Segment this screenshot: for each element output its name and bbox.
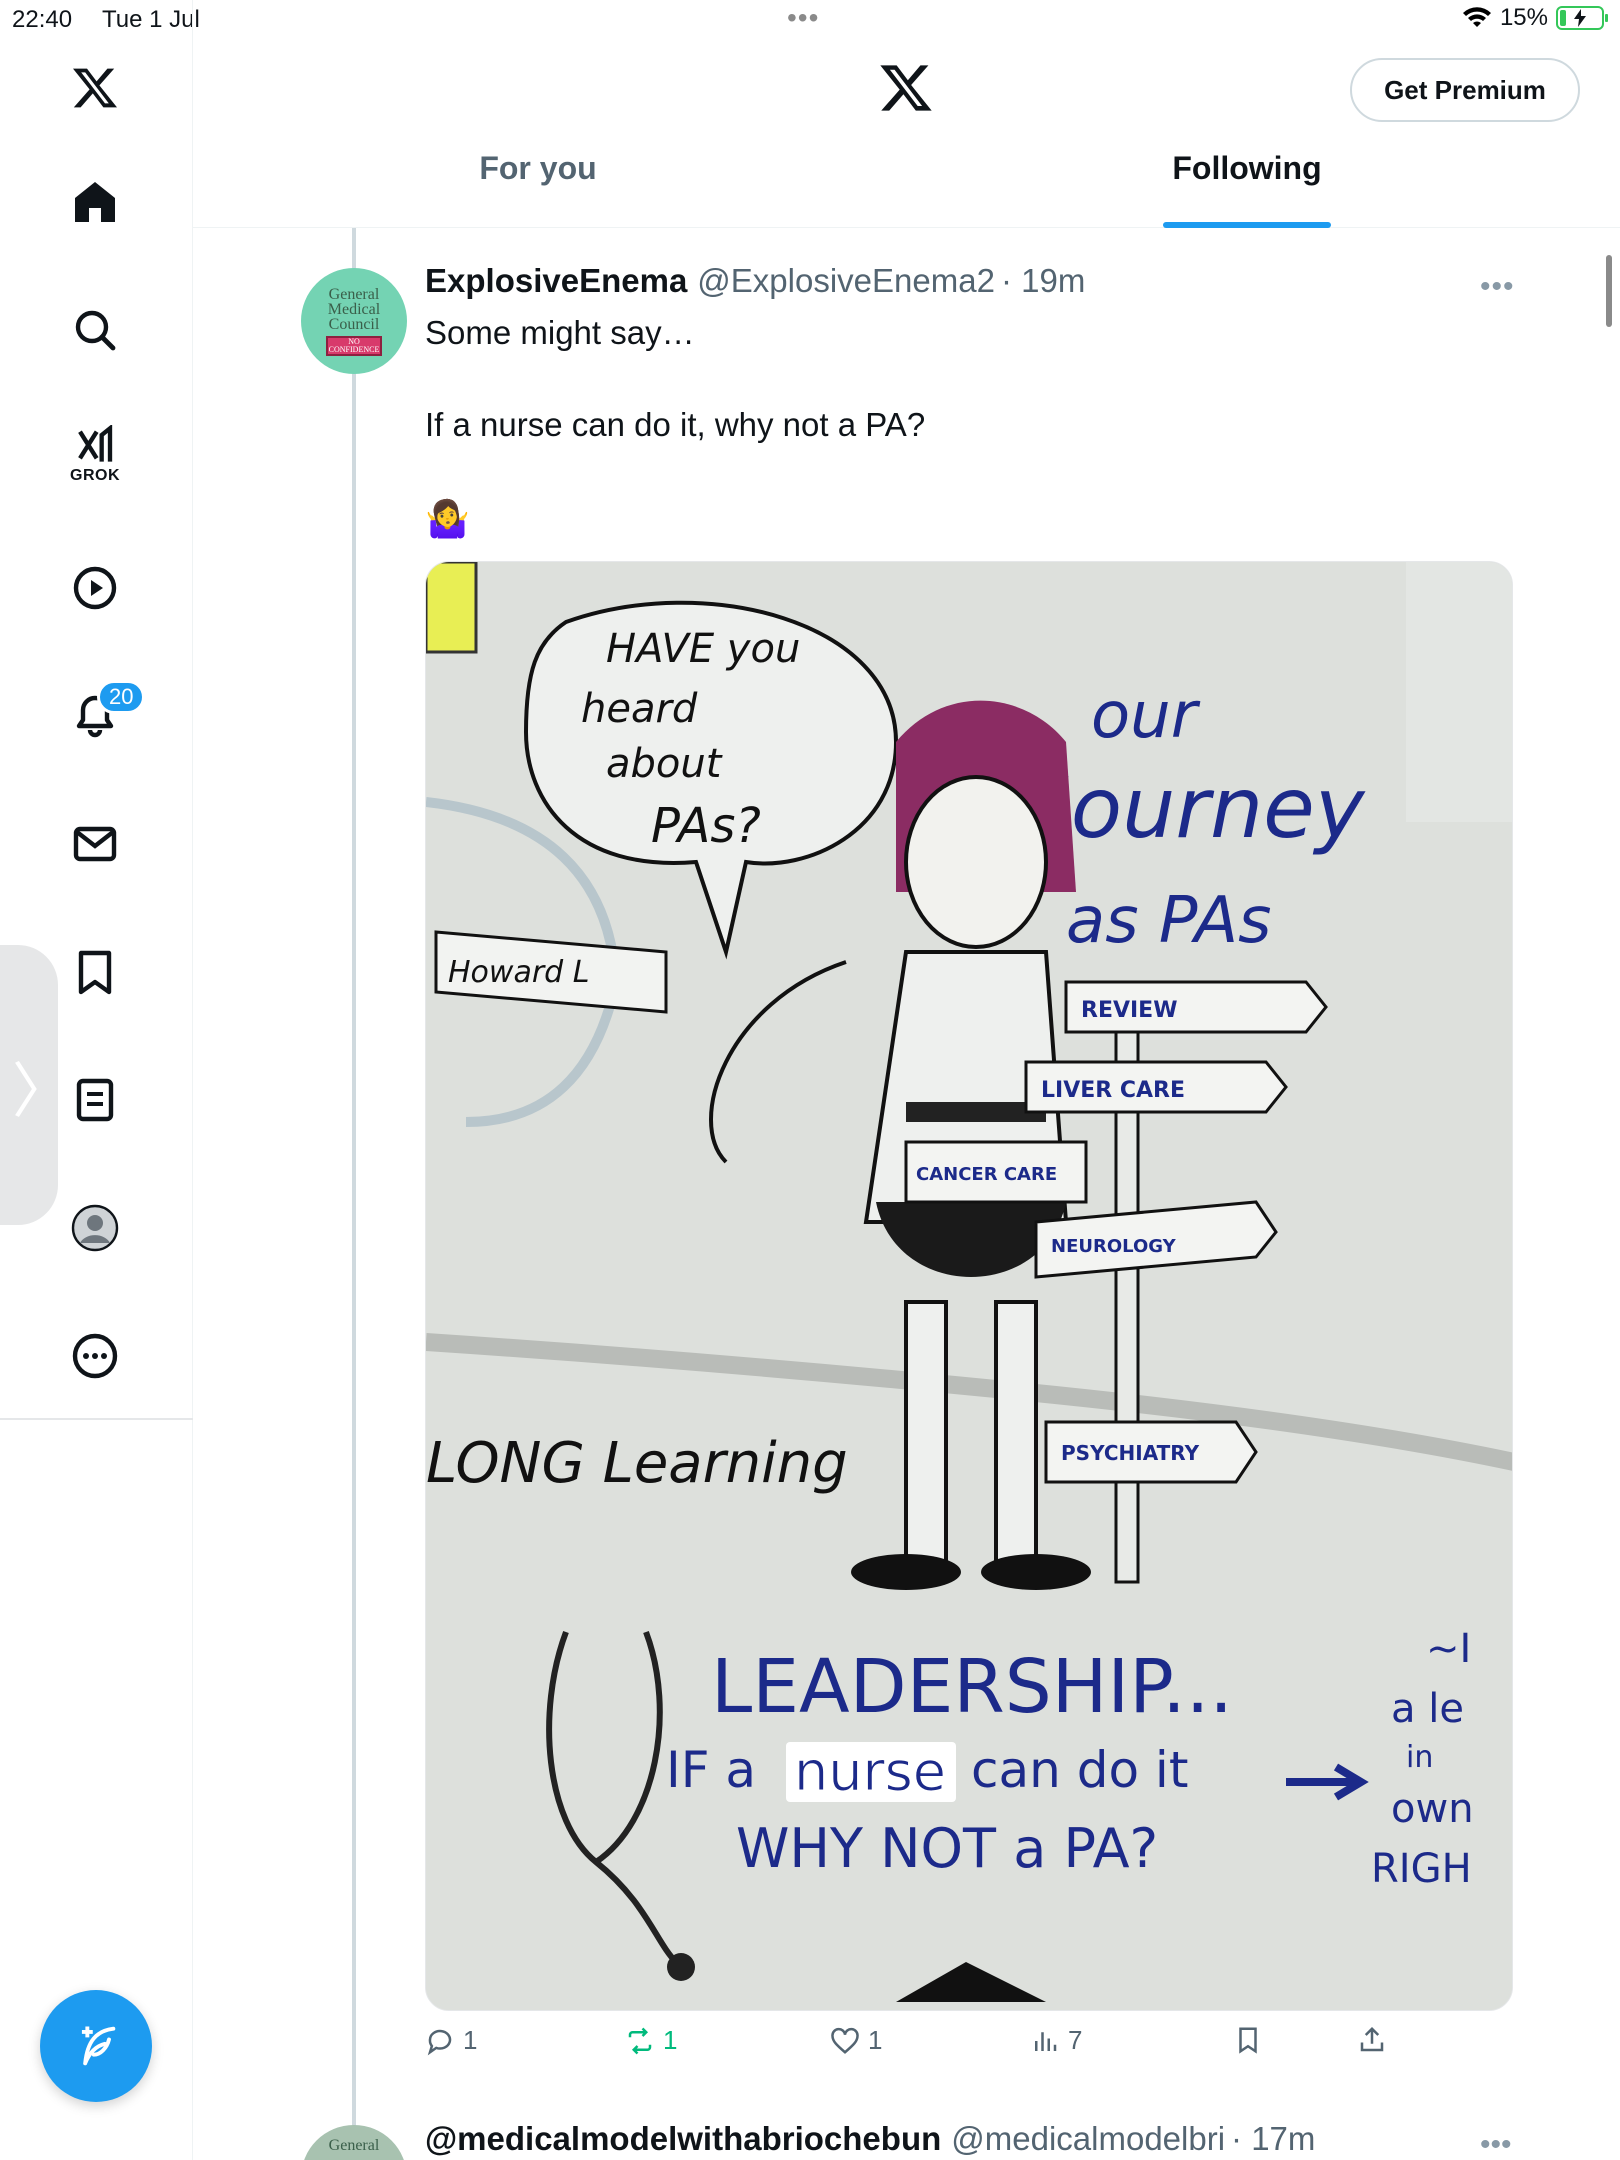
active-tab-indicator (1163, 222, 1331, 228)
right-text-5: RIGH (1371, 1846, 1472, 1892)
sign-psychiatry: PSYCHIATRY (1061, 1441, 1200, 1465)
whiteboard-illustration: HAVE you heard about PAs? Howard L our J… (426, 562, 1512, 2010)
thread-connector-line (352, 228, 356, 2160)
search-icon (75, 310, 116, 351)
nurse-line-prefix: IF a (666, 1741, 756, 1799)
avatar-badge: NO CONFIDENCE (326, 335, 382, 356)
mail-icon (73, 826, 117, 862)
post-emoji: 🤷‍♀️ (425, 498, 470, 539)
bookmark-post-button[interactable] (1233, 2025, 1263, 2055)
tab-following[interactable]: Following (883, 150, 1611, 228)
post2-display-name[interactable]: @medicalmodelwithabriochebun (425, 2120, 941, 2158)
home-icon (75, 182, 115, 222)
post-text-line-1: Some might say… (425, 314, 695, 351)
profile-icon (71, 1204, 119, 1252)
view-count: 7 (1068, 2025, 1083, 2055)
post2-more-options-icon[interactable]: ••• (1480, 2128, 1512, 2160)
leadership-text: LEADERSHIP... (711, 1644, 1233, 1730)
views-chart-icon (1035, 2031, 1057, 2051)
reply-count: 1 (463, 2025, 478, 2055)
banner-name: Howard L (448, 955, 589, 990)
repost-icon (628, 2027, 652, 2054)
avatar-text: General Medical Council (327, 285, 381, 333)
post2-header: @medicalmodelwithabriochebun @medicalmod… (425, 2120, 1315, 2158)
title-as-pas: as PAs (1066, 884, 1271, 958)
compose-post-button[interactable] (40, 1990, 152, 2102)
right-text-2: a le (1391, 1686, 1464, 1732)
reply-icon (427, 2029, 452, 2055)
lists-icon (76, 1078, 114, 1122)
post-header: ExplosiveEnema @ExplosiveEnema2 · 19m (425, 262, 1085, 300)
more-icon (72, 1333, 118, 1379)
share-icon (1360, 2026, 1384, 2052)
reply-button[interactable]: 1 (425, 2025, 477, 2056)
nav-video[interactable] (55, 548, 135, 628)
share-button[interactable] (1357, 2025, 1387, 2055)
right-text-3: in (1406, 1740, 1433, 1775)
tab-following-label: Following (1172, 150, 1322, 186)
nav-divider (0, 1418, 193, 1420)
nav-home[interactable] (55, 162, 135, 242)
grok-label: GROK (70, 467, 120, 484)
tab-for-you-label: For you (479, 150, 597, 186)
nav-profile[interactable] (55, 1188, 135, 1268)
chevron-right-icon: 〉 (12, 1058, 72, 1125)
bubble-line-1: HAVE you (606, 626, 800, 672)
sign-liver-care: LIVER CARE (1041, 1078, 1185, 1103)
x-logo-nav[interactable] (55, 48, 135, 128)
tab-for-you[interactable]: For you (193, 150, 883, 228)
x-logo-icon (73, 68, 117, 108)
x-logo-icon (880, 65, 932, 111)
long-learning-text: LONG Learning (426, 1431, 848, 1496)
right-text-1: ~I (1426, 1626, 1471, 1672)
nav-messages[interactable] (55, 804, 135, 884)
nav-notifications[interactable]: 20 (55, 676, 146, 756)
bubble-line-2: heard (581, 686, 698, 732)
heart-icon (831, 2027, 859, 2054)
right-text-4: own (1391, 1786, 1474, 1832)
nav-grok[interactable]: GROK (55, 415, 135, 495)
views-button[interactable]: 7 (1030, 2025, 1082, 2056)
like-count: 1 (868, 2025, 883, 2055)
bubble-line-4: PAs? (651, 798, 761, 854)
repost-button[interactable]: 1 (625, 2025, 677, 2056)
repost-count: 1 (663, 2025, 678, 2055)
post-text-line-2: If a nurse can do it, why not a PA? (425, 406, 926, 443)
post2-avatar-text: General (328, 2137, 380, 2154)
sign-review: REVIEW (1081, 998, 1177, 1023)
why-not-pa-text: WHY NOT a PA? (736, 1817, 1158, 1880)
nurse-line-suffix: can do it (971, 1741, 1188, 1799)
post2-handle[interactable]: @medicalmodelbri (951, 2120, 1225, 2158)
post-time[interactable]: · 19m (1001, 262, 1085, 300)
bookmark-icon (78, 950, 112, 995)
timeline-header: Get Premium For you Following (193, 0, 1620, 228)
post-display-name[interactable]: ExplosiveEnema (425, 262, 687, 300)
notification-count-badge: 20 (97, 680, 146, 714)
bubble-line-3: about (606, 741, 723, 787)
post-image[interactable]: HAVE you heard about PAs? Howard L our J… (425, 561, 1513, 2011)
get-premium-button[interactable]: Get Premium (1350, 58, 1580, 122)
video-icon (73, 566, 117, 610)
sign-neurology: NEUROLOGY (1051, 1236, 1177, 1257)
feed-scrollbar[interactable] (1606, 255, 1612, 327)
compose-feather-icon (81, 2026, 116, 2066)
nav-search[interactable] (55, 290, 135, 370)
bookmark-icon (1239, 2027, 1257, 2054)
post2-author-avatar[interactable]: General (301, 2125, 407, 2160)
post-handle[interactable]: @ExplosiveEnema2 (697, 262, 995, 300)
post-more-options-icon[interactable]: ••• (1480, 270, 1515, 304)
post-author-avatar[interactable]: General Medical Council NO CONFIDENCE (301, 268, 407, 374)
post-actions: 1 1 1 7 (425, 2025, 1515, 2071)
nav-more[interactable] (55, 1316, 135, 1396)
nurse-word: nurse (794, 1740, 946, 1803)
like-button[interactable]: 1 (830, 2025, 882, 2056)
sidebar-expand-handle[interactable]: 〉 (0, 945, 72, 1225)
sign-cancer-care: CANCER CARE (916, 1164, 1057, 1185)
grok-icon (78, 425, 113, 462)
post2-time[interactable]: · 17m (1231, 2120, 1315, 2158)
title-our: our (1091, 679, 1201, 753)
title-journey: Journey (1032, 759, 1366, 857)
nav-bookmarks[interactable] (55, 932, 135, 1012)
